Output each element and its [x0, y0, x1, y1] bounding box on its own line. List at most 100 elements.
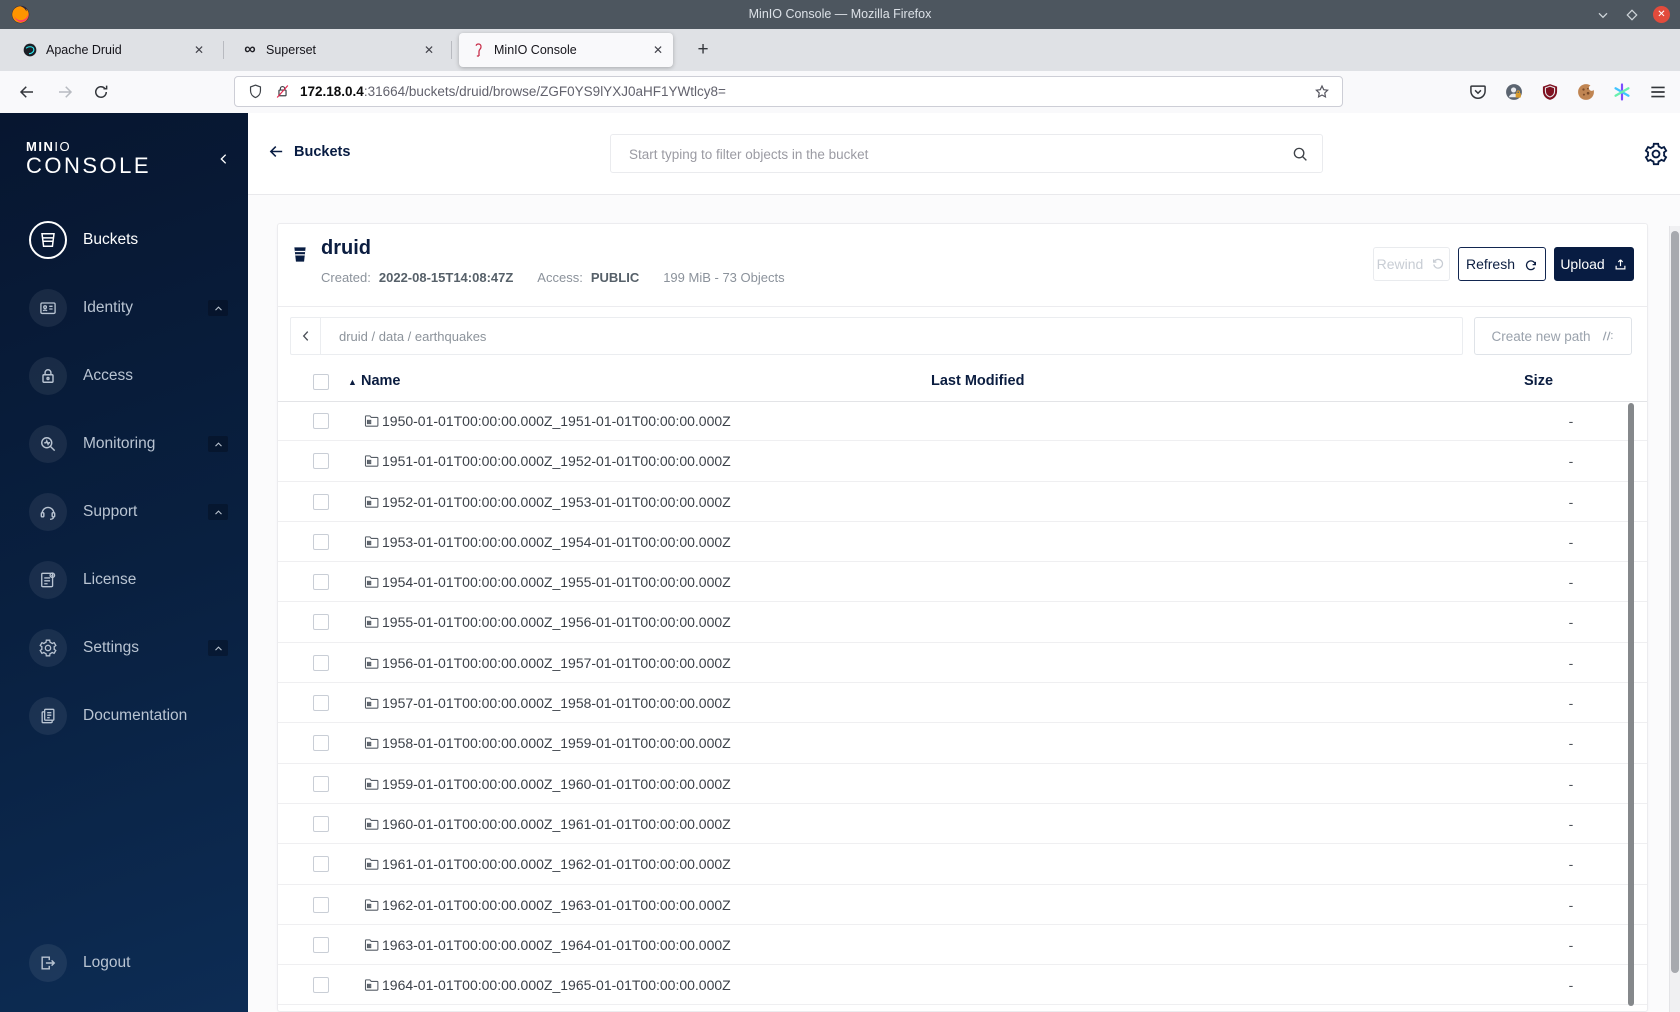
chevron-up-icon[interactable] [208, 504, 228, 520]
settings-gear-icon[interactable] [1643, 141, 1669, 167]
column-header-name[interactable]: Name [361, 373, 401, 389]
search-icon [1291, 145, 1309, 163]
tab-superset[interactable]: ∞ Superset ✕ [231, 33, 444, 67]
bookmark-star-icon[interactable] [1313, 83, 1331, 101]
column-header-size[interactable]: Size [1524, 373, 1553, 389]
table-scrollbar[interactable] [1628, 403, 1634, 1006]
pocket-icon[interactable] [1468, 82, 1488, 102]
sidebar: MINIO CONSOLE Buckets Identity Access Monit… [0, 113, 248, 1012]
sidebar-item-license[interactable]: License [0, 546, 248, 614]
ublock-shield-icon[interactable] [1540, 82, 1560, 102]
chevron-up-icon[interactable] [208, 300, 228, 316]
table-row[interactable]: 1957-01-01T00:00:00.000Z_1958-01-01T00:0… [278, 683, 1647, 724]
table-row[interactable]: 1963-01-01T00:00:00.000Z_1964-01-01T00:0… [278, 925, 1647, 966]
new-tab-button[interactable]: + [690, 37, 716, 63]
table-row[interactable]: 1952-01-01T00:00:00.000Z_1953-01-01T00:0… [278, 482, 1647, 522]
object-name: 1950-01-01T00:00:00.000Z_1951-01-01T00:0… [382, 413, 731, 429]
column-header-last-modified[interactable]: Last Modified [931, 373, 1024, 389]
page-scrollbar[interactable] [1669, 226, 1680, 1012]
row-checkbox[interactable] [313, 453, 329, 470]
path-back-button[interactable] [291, 318, 321, 354]
tab-label: Apache Druid [46, 43, 122, 57]
table-row[interactable]: 1964-01-01T00:00:00.000Z_1965-01-01T00:0… [278, 965, 1647, 1006]
sidebar-item-support[interactable]: Support [0, 478, 248, 546]
row-checkbox[interactable] [313, 977, 329, 994]
window-maximize-icon[interactable] [1624, 7, 1640, 23]
tab-close-icon[interactable]: ✕ [653, 43, 663, 57]
row-checkbox[interactable] [313, 815, 329, 832]
search-input[interactable] [627, 135, 1271, 174]
tracking-shield-icon[interactable] [247, 83, 264, 100]
row-checkbox[interactable] [313, 775, 329, 792]
bucket-stats: 199 MiB - 73 Objects [663, 270, 785, 285]
arrow-left-icon [268, 143, 285, 160]
back-to-buckets-link[interactable]: Buckets [268, 143, 350, 160]
url-bar[interactable]: 172.18.0.4:31664/buckets/druid/browse/ZG… [234, 76, 1343, 107]
sidebar-item-identity[interactable]: Identity [0, 274, 248, 342]
row-checkbox[interactable] [313, 896, 329, 913]
sidebar-item-logout[interactable]: Logout [0, 929, 248, 997]
table-row[interactable]: 1950-01-01T00:00:00.000Z_1951-01-01T00:0… [278, 401, 1647, 442]
row-checkbox[interactable] [313, 936, 329, 953]
table-row[interactable]: 1959-01-01T00:00:00.000Z_1960-01-01T00:0… [278, 764, 1647, 804]
main-panel: Buckets druid Created:2022-08-15T14:08:4… [248, 113, 1680, 1012]
row-checkbox[interactable] [313, 695, 329, 712]
chevron-up-icon[interactable] [208, 640, 228, 656]
sidebar-item-settings[interactable]: Settings [0, 614, 248, 682]
table-row[interactable]: 1958-01-01T00:00:00.000Z_1959-01-01T00:0… [278, 723, 1647, 764]
folder-icon [363, 976, 380, 993]
sidebar-item-monitoring[interactable]: Monitoring [0, 410, 248, 478]
row-checkbox[interactable] [313, 735, 329, 752]
table-row[interactable]: 1955-01-01T00:00:00.000Z_1956-01-01T00:0… [278, 602, 1647, 643]
forward-icon[interactable] [56, 83, 74, 101]
sidebar-collapse-icon[interactable] [216, 151, 232, 167]
table-row[interactable]: 1953-01-01T00:00:00.000Z_1954-01-01T00:0… [278, 522, 1647, 563]
page-scrollbar-thumb[interactable] [1671, 231, 1679, 973]
sidebar-item-access[interactable]: Access [0, 342, 248, 410]
select-all-checkbox[interactable] [313, 374, 329, 390]
rewind-button[interactable]: Rewind [1373, 247, 1450, 281]
tab-close-icon[interactable]: ✕ [194, 43, 204, 57]
table-row[interactable]: 1961-01-01T00:00:00.000Z_1962-01-01T00:0… [278, 844, 1647, 885]
object-list: 1950-01-01T00:00:00.000Z_1951-01-01T00:0… [278, 401, 1647, 1006]
cookie-icon[interactable] [1576, 82, 1596, 102]
folder-icon [363, 573, 380, 590]
row-checkbox[interactable] [313, 493, 329, 510]
upload-button[interactable]: Upload [1554, 247, 1634, 281]
table-row[interactable]: 1954-01-01T00:00:00.000Z_1955-01-01T00:0… [278, 562, 1647, 603]
refresh-button[interactable]: Refresh [1458, 247, 1546, 281]
account-icon[interactable] [1504, 82, 1524, 102]
table-row[interactable]: 1962-01-01T00:00:00.000Z_1963-01-01T00:0… [278, 885, 1647, 925]
window-minimize-icon[interactable] [1595, 7, 1611, 23]
row-checkbox[interactable] [313, 533, 329, 550]
extensions-asterisk-icon[interactable] [1612, 82, 1632, 102]
sidebar-item-documentation[interactable]: Documentation [0, 682, 248, 750]
menu-icon[interactable] [1648, 82, 1668, 102]
row-checkbox[interactable] [313, 856, 329, 873]
row-checkbox[interactable] [313, 654, 329, 671]
row-checkbox[interactable] [313, 574, 329, 591]
sort-asc-icon: ▲ [348, 377, 357, 387]
table-row[interactable]: 1960-01-01T00:00:00.000Z_1961-01-01T00:0… [278, 804, 1647, 845]
insecure-lock-icon[interactable] [274, 83, 291, 100]
row-checkbox[interactable] [313, 413, 329, 429]
table-row[interactable]: 1951-01-01T00:00:00.000Z_1952-01-01T00:0… [278, 441, 1647, 482]
reload-icon[interactable] [92, 83, 110, 101]
new-path-icon [1599, 328, 1615, 344]
bucket-icon [291, 242, 309, 267]
table-row[interactable]: 1956-01-01T00:00:00.000Z_1957-01-01T00:0… [278, 643, 1647, 684]
tab-apache-druid[interactable]: Apache Druid ✕ [11, 33, 214, 67]
window-close-button[interactable]: ✕ [1653, 6, 1670, 23]
tab-separator [223, 41, 224, 59]
object-size: - [1568, 977, 1574, 994]
tab-minio-console[interactable]: MinIO Console ✕ [459, 33, 673, 67]
back-icon[interactable] [18, 83, 36, 101]
object-name: 1963-01-01T00:00:00.000Z_1964-01-01T00:0… [382, 936, 731, 953]
sidebar-item-buckets[interactable]: Buckets [0, 206, 248, 274]
create-new-path-button[interactable]: Create new path [1474, 317, 1632, 355]
chevron-up-icon[interactable] [208, 436, 228, 452]
row-checkbox[interactable] [313, 614, 329, 631]
folder-icon [363, 613, 380, 630]
breadcrumb[interactable]: druid / data / earthquakes [339, 329, 486, 344]
tab-close-icon[interactable]: ✕ [424, 43, 434, 57]
